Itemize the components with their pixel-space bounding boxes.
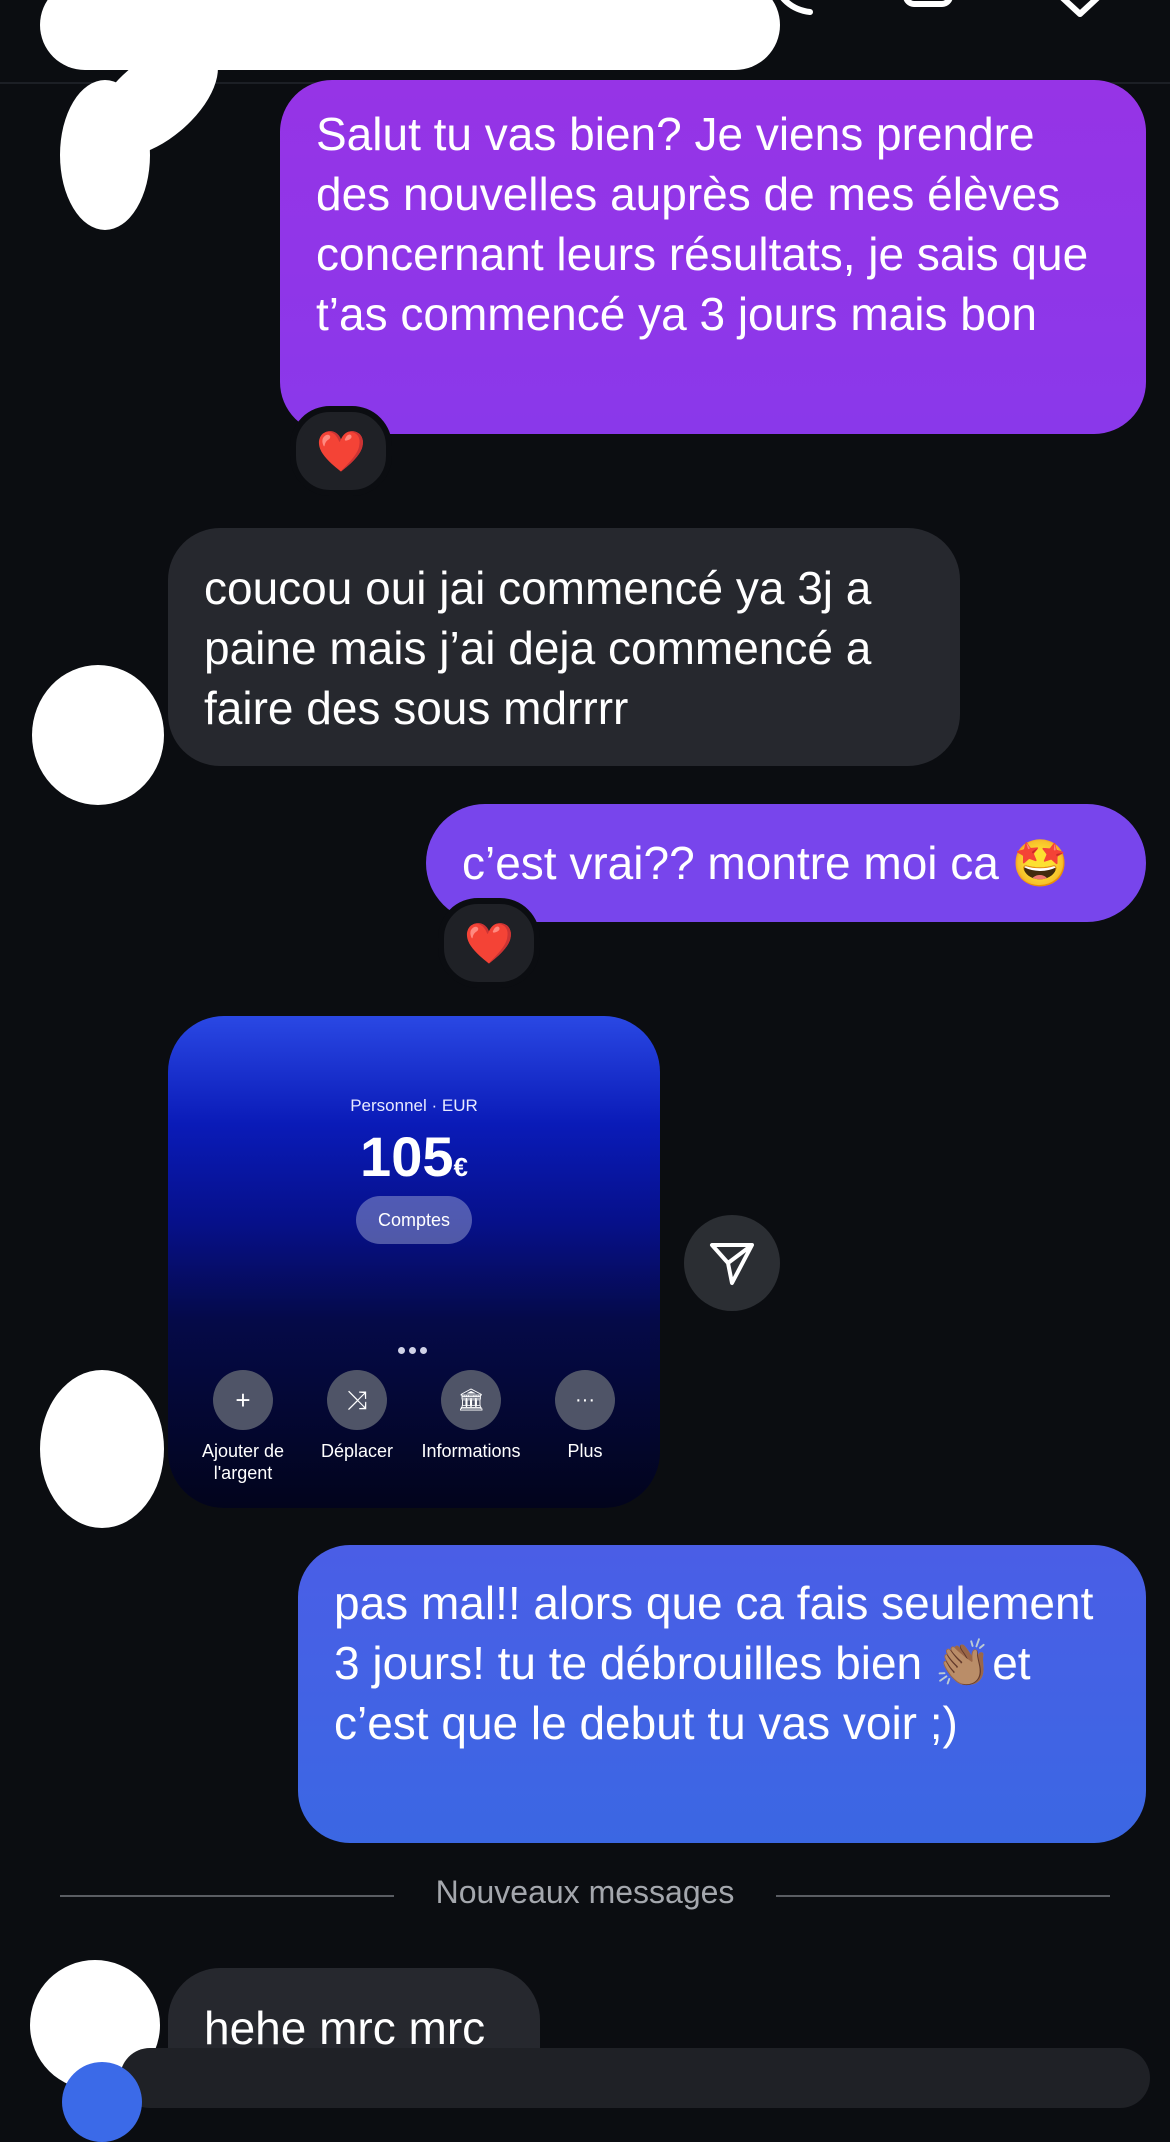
- camera-button[interactable]: [62, 2062, 142, 2142]
- action-add-money: + Ajouter de l'argent: [188, 1370, 298, 1484]
- accounts-button: Comptes: [356, 1196, 472, 1244]
- new-messages-label: Nouveaux messages: [435, 1874, 735, 1910]
- heart-icon: ❤️: [316, 429, 366, 474]
- message-text: coucou oui jai commencé ya 3j a paine ma…: [204, 562, 872, 734]
- message-composer[interactable]: [120, 2048, 1150, 2108]
- bank-icon: 🏛: [441, 1370, 501, 1430]
- action-details: 🏛 Informations: [416, 1370, 526, 1462]
- paper-plane-icon: [710, 1243, 754, 1285]
- chat-header: [0, 0, 1170, 230]
- action-label: Déplacer: [320, 1441, 394, 1461]
- avatar[interactable]: [32, 665, 164, 805]
- plus-icon: +: [213, 1370, 273, 1430]
- message-text: c’est vrai?? montre moi ca 🤩: [462, 837, 1069, 889]
- action-move: ⤨ Déplacer: [302, 1370, 412, 1462]
- balance-amount: 105€: [168, 1124, 660, 1189]
- action-more: ··· Plus: [530, 1370, 640, 1462]
- shuffle-icon: ⤨: [327, 1370, 387, 1430]
- separator-line: [776, 1895, 1110, 1897]
- avatar[interactable]: [40, 1370, 164, 1528]
- separator-line: [60, 1895, 394, 1897]
- currency-symbol: €: [453, 1152, 468, 1182]
- page-dots: [398, 1341, 438, 1354]
- action-label: Informations: [421, 1441, 521, 1461]
- account-label: Personnel · EUR: [350, 1096, 478, 1115]
- action-label: Plus: [567, 1441, 603, 1461]
- share-button[interactable]: [684, 1215, 780, 1311]
- video-camera-icon[interactable]: [900, 0, 970, 40]
- action-label: Ajouter de l'argent: [201, 1441, 285, 1483]
- reaction-heart[interactable]: ❤️: [438, 898, 540, 988]
- shared-screenshot[interactable]: Personnel · EUR 105€ Comptes + Ajouter d…: [168, 1016, 660, 1508]
- more-icon: ···: [555, 1370, 615, 1430]
- message-text: pas mal!! alors que ca fais seulement 3 …: [334, 1577, 1094, 1749]
- message-bubble-sent[interactable]: pas mal!! alors que ca fais seulement 3 …: [298, 1545, 1146, 1843]
- message-text: Salut tu vas bien? Je viens prendre des …: [316, 108, 1089, 340]
- amount-value: 105: [360, 1125, 454, 1188]
- message-text: hehe mrc mrc: [204, 2002, 486, 2054]
- heart-icon: ❤️: [464, 921, 514, 966]
- message-bubble-sent[interactable]: Salut tu vas bien? Je viens prendre des …: [280, 80, 1146, 434]
- message-bubble-received[interactable]: coucou oui jai commencé ya 3j a paine ma…: [168, 528, 960, 766]
- reaction-heart[interactable]: ❤️: [290, 406, 392, 496]
- tag-icon[interactable]: [1050, 0, 1120, 40]
- phone-icon[interactable]: [760, 0, 830, 40]
- message-bubble-sent[interactable]: c’est vrai?? montre moi ca 🤩: [426, 804, 1146, 922]
